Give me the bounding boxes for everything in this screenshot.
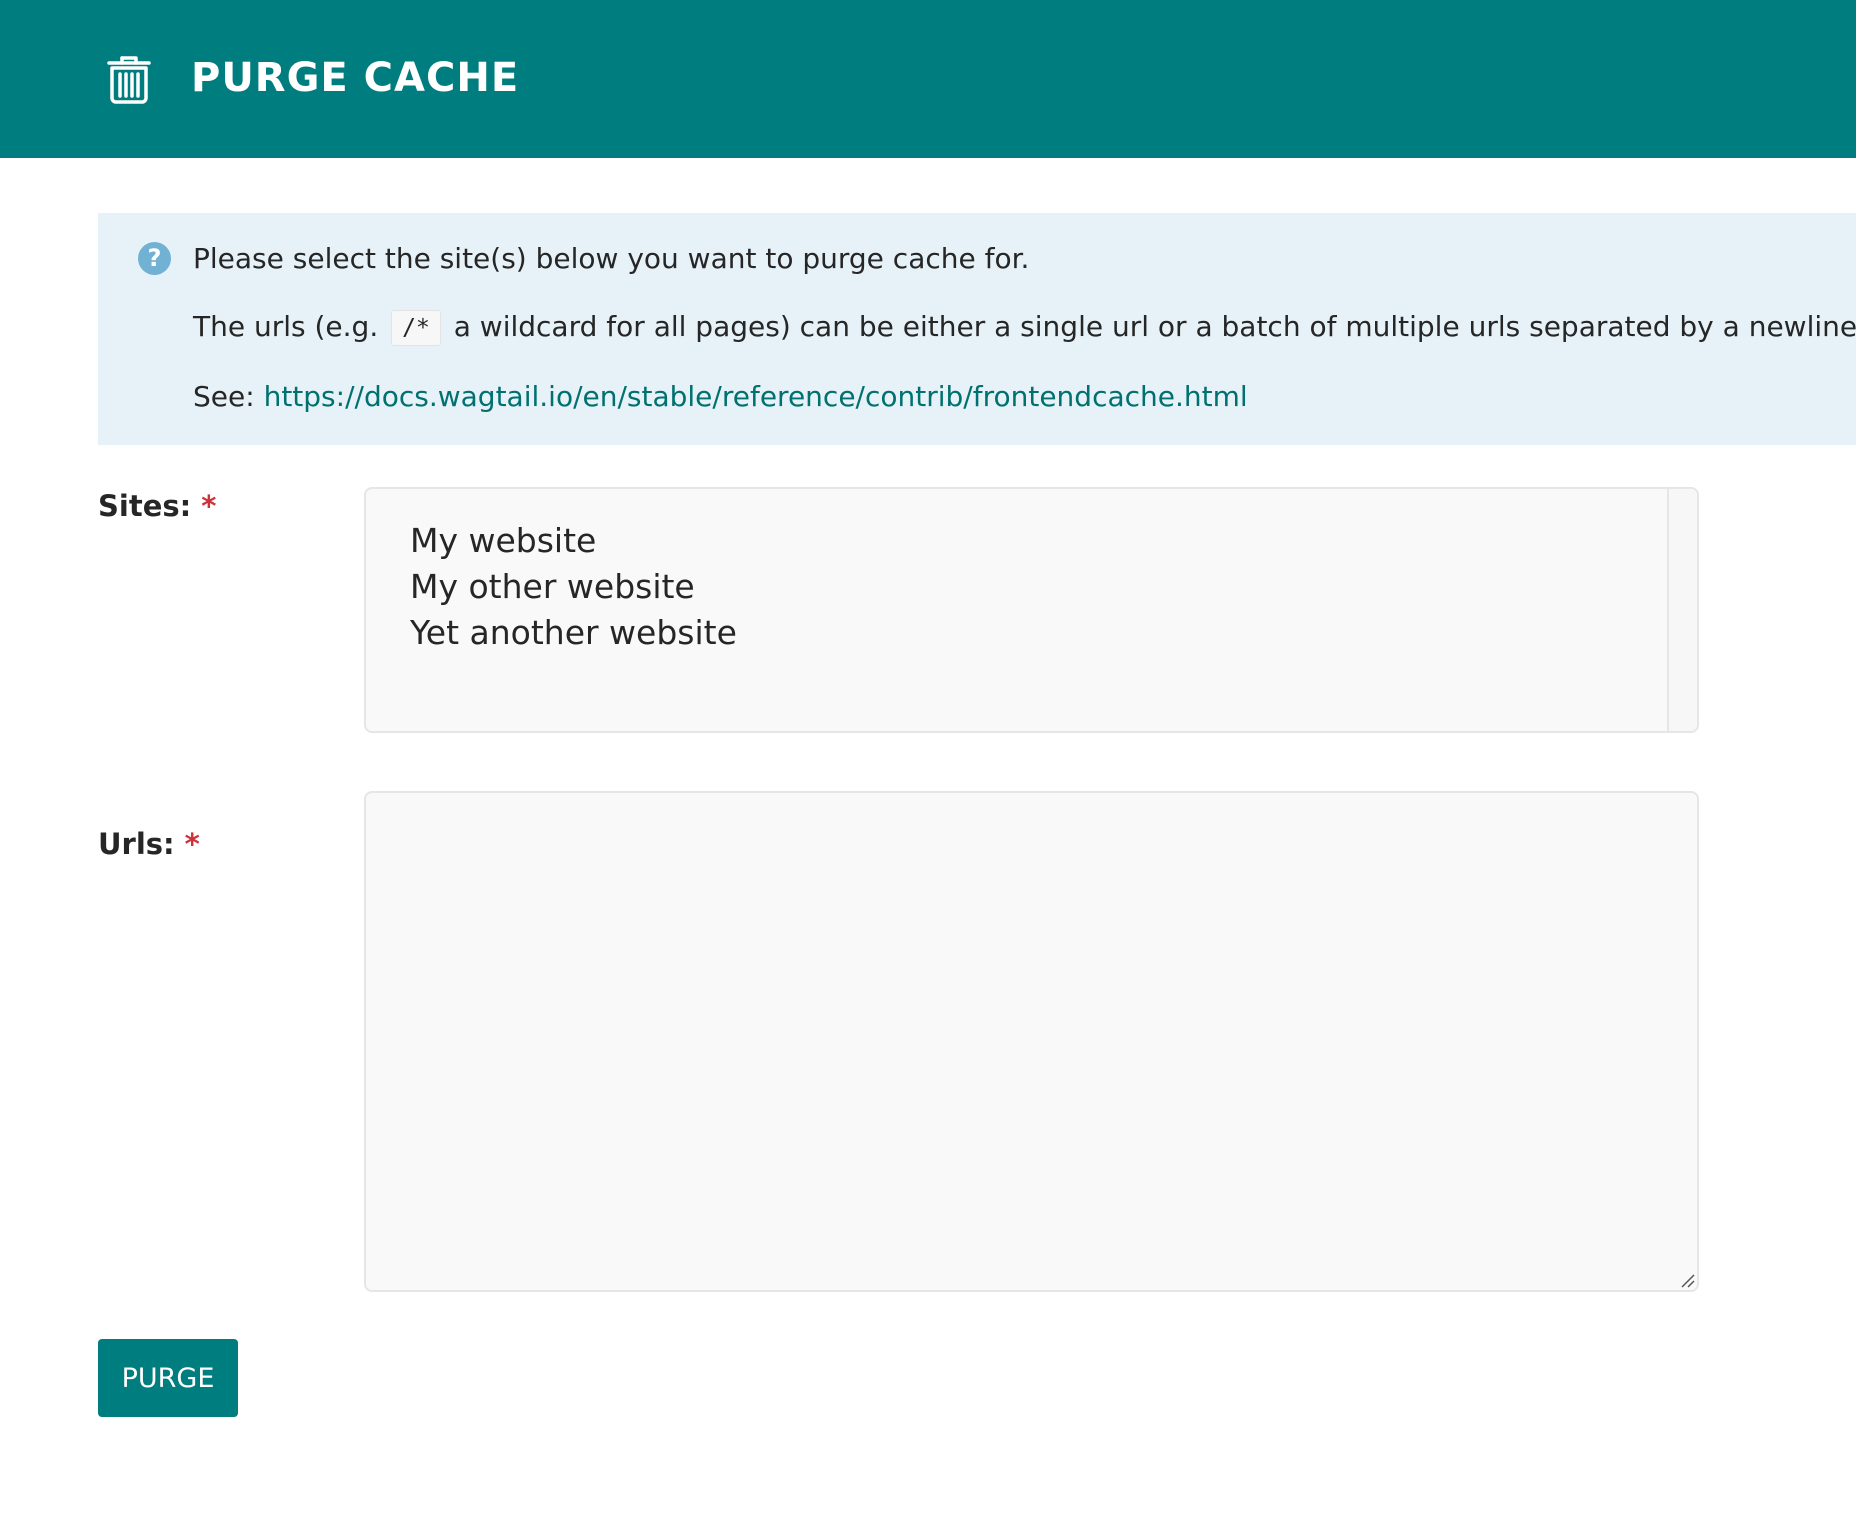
sites-label-text: Sites: — [98, 489, 192, 523]
resize-handle-icon[interactable] — [1679, 1272, 1695, 1288]
site-option[interactable]: Yet another website — [410, 611, 737, 655]
urls-label-text: Urls: — [98, 827, 175, 861]
help-text-urls-after: a wildcard for all pages) can be either … — [453, 310, 1856, 343]
required-marker: * — [184, 827, 200, 861]
question-circle-icon: ? — [138, 242, 171, 275]
sites-scrollbar[interactable] — [1667, 489, 1697, 731]
sites-label: Sites: * — [98, 488, 216, 524]
trash-icon — [101, 50, 157, 106]
help-panel: ? Please select the site(s) below you wa… — [98, 213, 1856, 445]
urls-label: Urls: * — [98, 826, 200, 862]
help-see-prefix: See: — [193, 380, 255, 413]
purge-button[interactable]: PURGE — [98, 1339, 238, 1417]
page-title: PURGE CACHE — [191, 55, 520, 101]
site-option[interactable]: My other website — [410, 565, 695, 609]
help-text-see: See: https://docs.wagtail.io/en/stable/r… — [193, 379, 1248, 415]
help-text-urls-before: The urls (e.g. — [193, 310, 379, 343]
help-text-intro: Please select the site(s) below you want… — [193, 242, 1030, 275]
page-header: PURGE CACHE — [0, 0, 1856, 158]
required-marker: * — [201, 489, 217, 523]
help-text-urls: The urls (e.g. /* a wildcard for all pag… — [193, 309, 1856, 346]
docs-link[interactable]: https://docs.wagtail.io/en/stable/refere… — [264, 380, 1248, 413]
site-option[interactable]: My website — [410, 519, 596, 563]
sites-multiselect[interactable]: My website My other website Yet another … — [364, 487, 1699, 733]
urls-textarea[interactable] — [364, 791, 1699, 1292]
wildcard-code: /* — [391, 310, 441, 346]
